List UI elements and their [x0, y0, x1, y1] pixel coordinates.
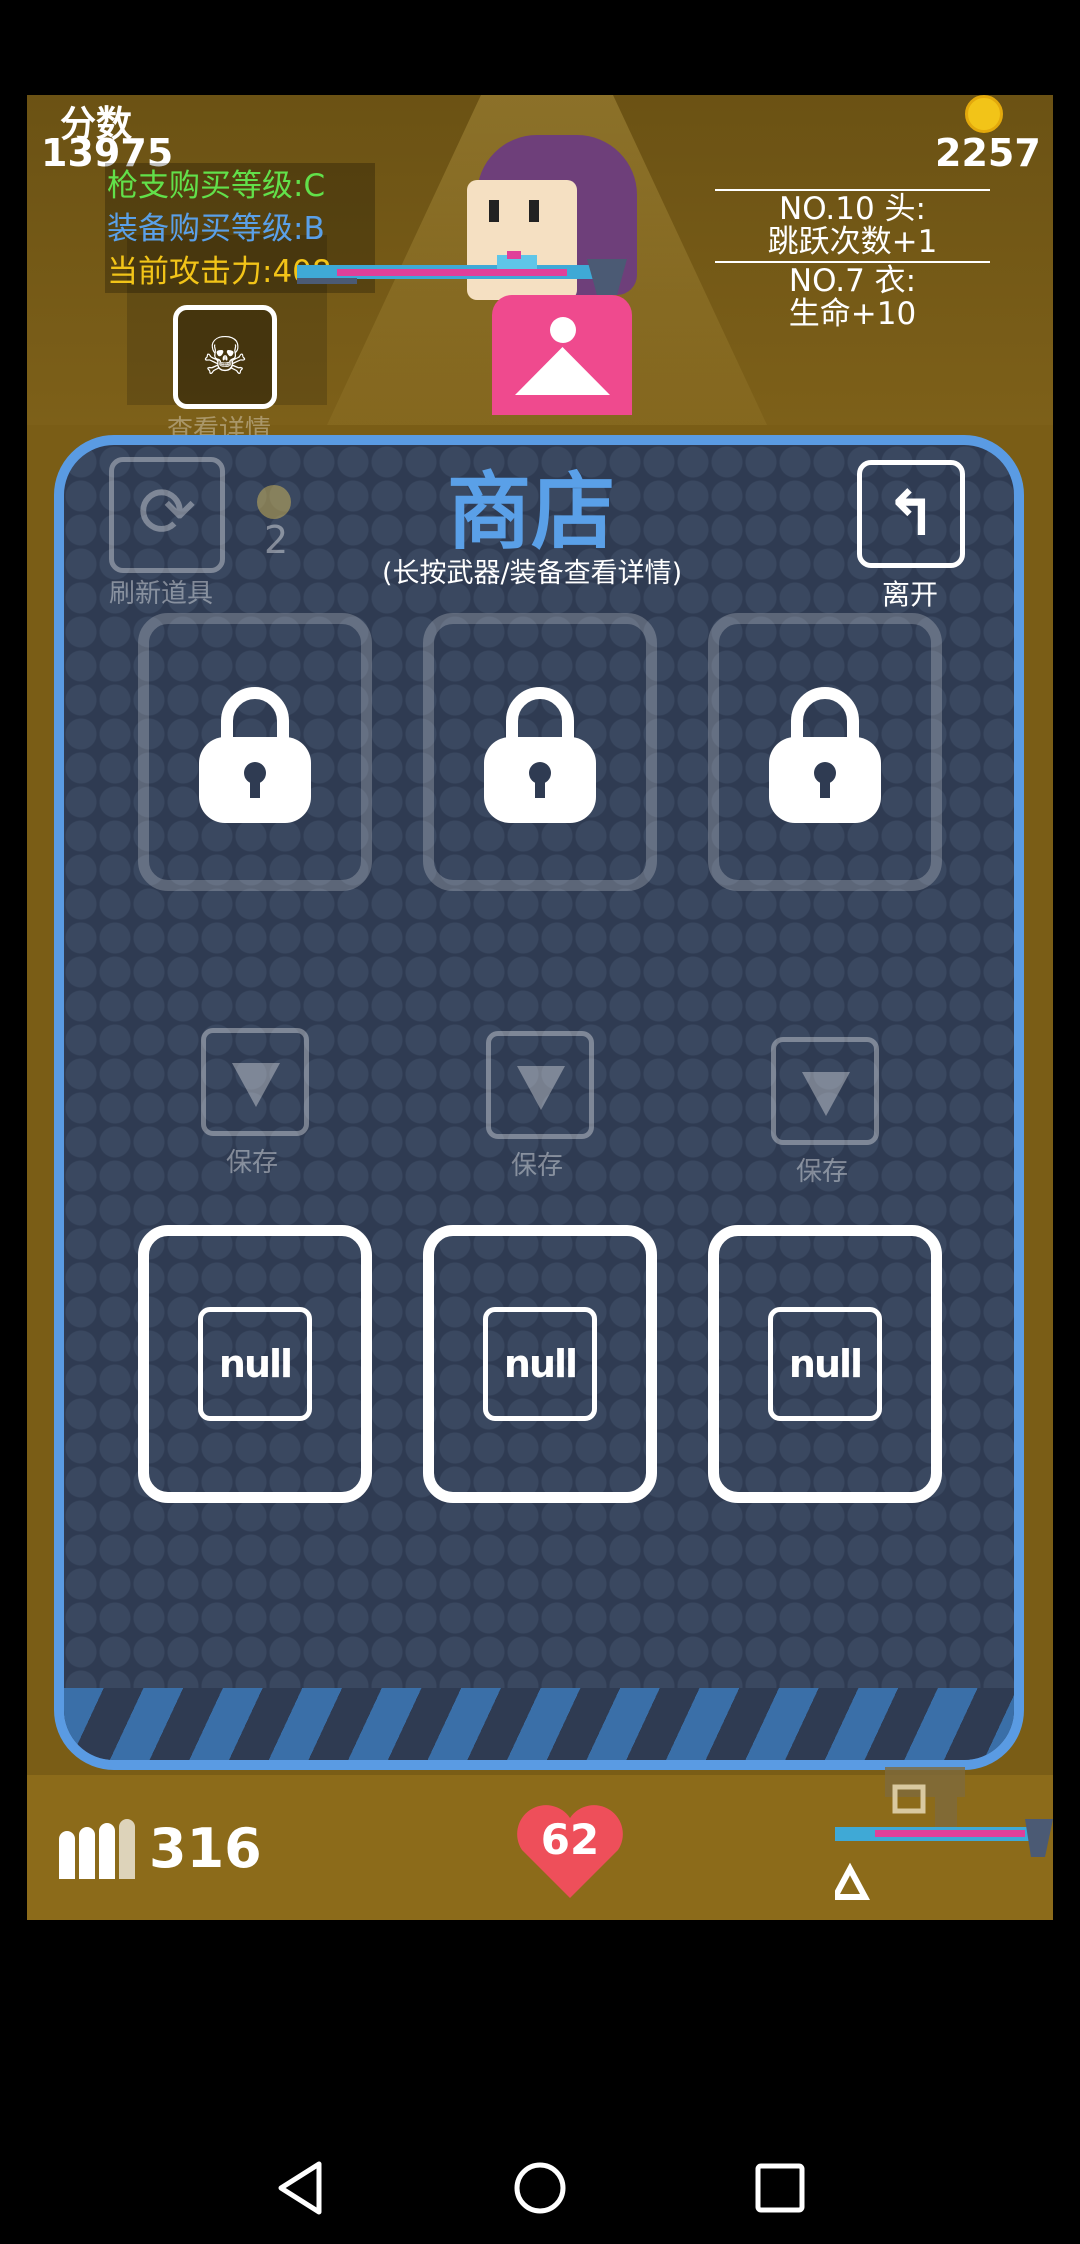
character-eye: [529, 200, 539, 222]
equip-head-effect: 跳跃次数+1: [767, 224, 938, 260]
coin-icon: [965, 95, 1003, 133]
gem-count: 2: [264, 518, 289, 562]
down-arrow-icon: [802, 1072, 850, 1116]
item-slot-3[interactable]: null: [708, 1225, 942, 1503]
save-label-3: 保存: [796, 1157, 849, 1187]
coin-value: 2257: [935, 131, 1041, 175]
equip-level-text: 装备购买等级:B: [107, 211, 325, 247]
home-icon[interactable]: [513, 2161, 567, 2215]
item-slot-2[interactable]: null: [423, 1225, 657, 1503]
locked-slot-3[interactable]: [708, 613, 942, 891]
view-details-button[interactable]: ☠: [173, 305, 277, 409]
leave-button[interactable]: ↰: [857, 460, 965, 568]
refresh-items-button[interactable]: ⟳: [109, 457, 225, 573]
save-button-3[interactable]: [771, 1037, 879, 1145]
equip-body-effect: 生命+10: [788, 296, 917, 332]
back-icon[interactable]: [275, 2160, 325, 2216]
lock-icon: [484, 687, 596, 823]
refresh-items-label: 刷新道具: [109, 579, 214, 609]
equipment-info: NO.10 头: 跳跃次数+1 NO.7 衣: 生命+10: [715, 187, 990, 331]
save-label-1: 保存: [226, 1148, 279, 1178]
down-arrow-icon: [232, 1063, 280, 1107]
character-eye: [489, 200, 499, 222]
navigation-bar: [0, 2130, 1080, 2244]
gun-level-text: 枪支购买等级:C: [107, 168, 326, 204]
leave-label: 离开: [882, 578, 939, 611]
equipped-gun-icon: [297, 251, 627, 295]
lock-icon: [769, 687, 881, 823]
item-slot-1[interactable]: null: [138, 1225, 372, 1503]
save-label-2: 保存: [511, 1151, 564, 1181]
health-value: 62: [540, 1815, 600, 1864]
equip-head: NO.10 头:: [779, 191, 926, 227]
gem-icon: [257, 485, 291, 519]
shop-subtitle: (长按武器/装备查看详情): [382, 558, 683, 589]
shop-stripes: [64, 1688, 1014, 1760]
lock-icon: [199, 687, 311, 823]
locked-slot-1[interactable]: [138, 613, 372, 891]
empty-item-icon: null: [483, 1307, 597, 1421]
save-button-1[interactable]: [201, 1028, 309, 1136]
equip-body: NO.7 衣:: [788, 263, 917, 299]
ammo-icon: [59, 1819, 135, 1879]
ammo-count: 316: [149, 1817, 262, 1880]
refresh-icon: ⟳: [137, 471, 197, 553]
recents-icon[interactable]: [755, 2163, 805, 2213]
return-arrow-icon: ↰: [885, 477, 937, 550]
shop-title: 商店: [447, 463, 616, 561]
game-screen: 分数 13975 枪支购买等级:C 装备购买等级:B 当前攻击力:408 225…: [27, 95, 1053, 1920]
empty-item-icon: null: [768, 1307, 882, 1421]
save-button-2[interactable]: [486, 1031, 594, 1139]
skull-icon: ☠: [201, 327, 249, 387]
down-arrow-icon: [517, 1066, 565, 1110]
weapon-switch-icon[interactable]: [835, 1757, 1053, 1907]
character-badge: [550, 317, 576, 343]
locked-slot-2[interactable]: [423, 613, 657, 891]
empty-item-icon: null: [198, 1307, 312, 1421]
